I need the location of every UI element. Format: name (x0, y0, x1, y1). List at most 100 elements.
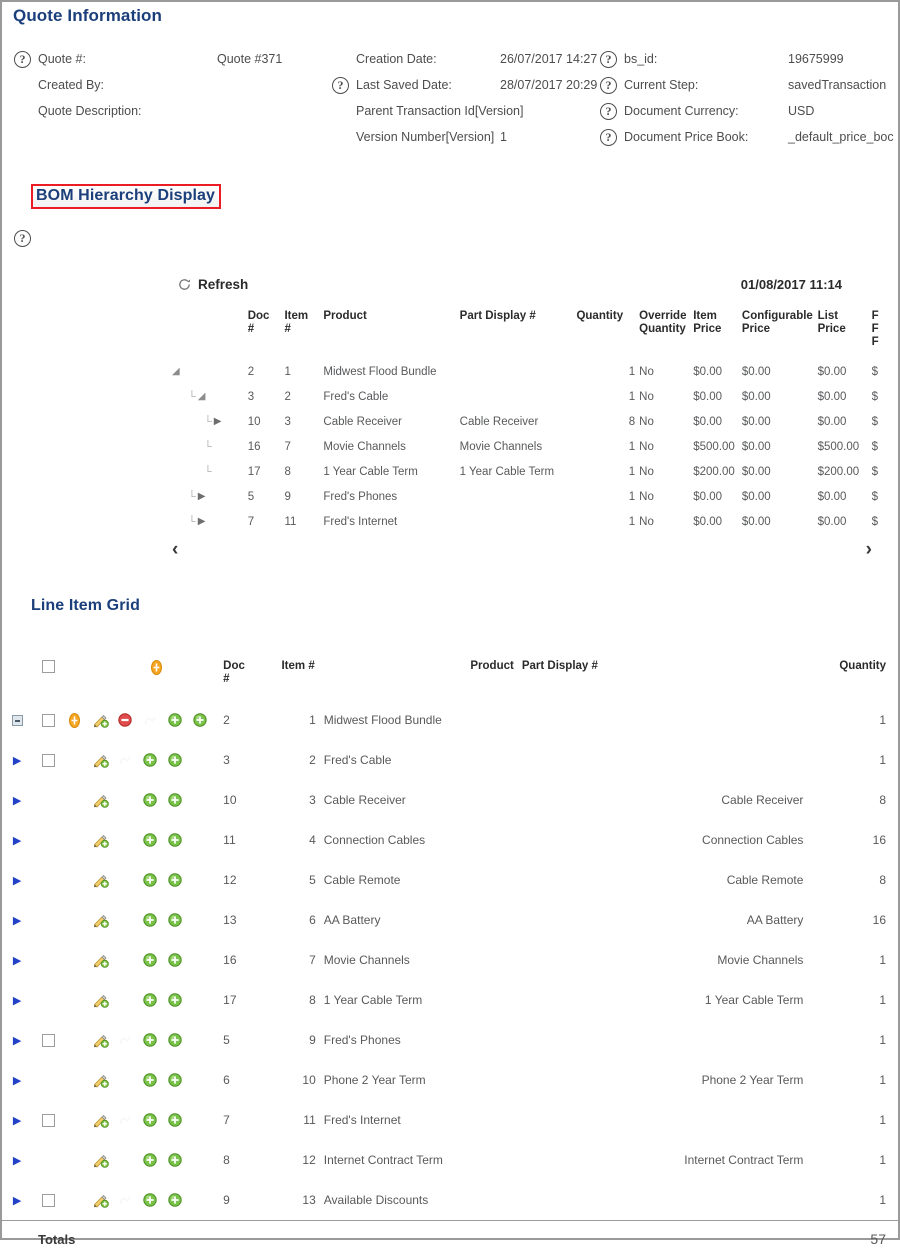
green-add-icon[interactable] (143, 833, 158, 848)
bom-header-part-display[interactable]: Part Display # (460, 310, 577, 359)
bom-header-list-price[interactable]: List Price (818, 310, 872, 359)
expand-triangle-icon[interactable]: ▶ (13, 955, 21, 967)
green-add-icon[interactable] (168, 713, 183, 728)
line-item-grid-row[interactable]: 21Midwest Flood Bundle1 (2, 700, 900, 740)
green-add-icon[interactable] (143, 753, 158, 768)
checkbox-icon[interactable] (42, 1114, 55, 1127)
expand-triangle-icon[interactable]: ▶ (13, 875, 21, 887)
expand-toggle-button[interactable]: ▶ (2, 780, 32, 820)
row-select-checkbox[interactable] (32, 700, 64, 740)
expand-toggle-button[interactable]: ▶ (2, 1140, 32, 1180)
previous-page-icon[interactable]: ‹ (172, 540, 178, 559)
bom-header-item-number[interactable]: Item # (284, 310, 323, 359)
help-icon[interactable]: ? (14, 51, 38, 68)
edit-pencil-icon[interactable] (93, 713, 108, 728)
checkbox-icon[interactable] (42, 714, 55, 727)
expand-triangle-icon[interactable]: ▶ (198, 516, 206, 527)
green-add-icon[interactable] (168, 1193, 183, 1208)
bom-table-row[interactable]: └▶103Cable ReceiverCable Receiver8No$0.0… (172, 409, 900, 434)
help-icon[interactable]: ? (332, 77, 356, 94)
line-item-grid-row[interactable]: ▶711Fred's Internet1 (2, 1100, 900, 1140)
green-add-icon[interactable] (168, 1073, 183, 1088)
bom-table-row[interactable]: └1781 Year Cable Term1 Year Cable Term1N… (172, 459, 900, 484)
row-select-checkbox[interactable] (32, 740, 64, 780)
edit-pencil-icon[interactable] (93, 833, 108, 848)
expand-triangle-icon[interactable]: ▶ (13, 995, 21, 1007)
lig-header-item-number[interactable]: Item # (275, 652, 323, 700)
help-icon[interactable]: ? (600, 129, 624, 146)
line-item-grid-row[interactable]: ▶913Available Discounts1 (2, 1180, 900, 1221)
expand-triangle-icon[interactable]: ▶ (13, 915, 21, 927)
help-icon[interactable]: ? (600, 51, 624, 68)
bom-header-product[interactable]: Product (323, 310, 459, 359)
green-add-icon[interactable] (168, 833, 183, 848)
edit-pencil-icon[interactable] (93, 793, 108, 808)
green-add-icon[interactable] (143, 993, 158, 1008)
row-select-checkbox[interactable] (32, 1180, 64, 1221)
lig-header-quantity[interactable]: Quantity (811, 652, 900, 700)
bom-header-item-price[interactable]: Item Price (693, 310, 742, 359)
green-add-icon[interactable] (143, 953, 158, 968)
edit-pencil-icon[interactable] (93, 1153, 108, 1168)
expand-toggle-button[interactable]: ▶ (2, 820, 32, 860)
green-add-icon[interactable] (143, 1153, 158, 1168)
green-add-icon[interactable] (143, 1113, 158, 1128)
line-item-grid-row[interactable]: ▶812Internet Contract TermInternet Contr… (2, 1140, 900, 1180)
green-add-icon[interactable] (168, 873, 183, 888)
green-add-icon[interactable] (168, 793, 183, 808)
green-add-icon[interactable] (168, 953, 183, 968)
expand-toggle-button[interactable]: ▶ (2, 1060, 32, 1100)
expand-triangle-icon[interactable]: ▶ (13, 1155, 21, 1167)
edit-pencil-icon[interactable] (93, 953, 108, 968)
expand-triangle-icon[interactable]: ▶ (13, 755, 21, 767)
green-add-icon[interactable] (143, 1073, 158, 1088)
collapse-triangle-icon[interactable]: ◢ (198, 391, 206, 402)
edit-pencil-icon[interactable] (93, 913, 108, 928)
row-select-checkbox[interactable] (32, 1100, 64, 1140)
checkbox-icon[interactable] (42, 754, 55, 767)
line-item-grid-row[interactable]: ▶1781 Year Cable Term1 Year Cable Term1 (2, 980, 900, 1020)
green-add-icon[interactable] (143, 913, 158, 928)
bom-header-truncated-column[interactable]: F F F (872, 310, 900, 359)
expand-toggle-button[interactable]: ▶ (2, 980, 32, 1020)
green-add-icon[interactable] (143, 793, 158, 808)
bom-header-override-quantity[interactable]: Override Quantity (639, 310, 693, 359)
bom-table-row[interactable]: └◢32Fred's Cable1No$0.00$0.00$0.00$ (172, 384, 900, 409)
collapse-toggle-button[interactable] (2, 700, 32, 740)
expand-toggle-button[interactable]: ▶ (2, 1100, 32, 1140)
select-all-checkbox[interactable] (32, 652, 64, 700)
line-item-grid-row[interactable]: ▶125Cable RemoteCable Remote8 (2, 860, 900, 900)
delete-red-icon[interactable] (118, 713, 133, 728)
expand-toggle-button[interactable]: ▶ (2, 900, 32, 940)
collapse-triangle-icon[interactable]: ◢ (172, 366, 180, 377)
green-add-icon[interactable] (143, 1193, 158, 1208)
expand-triangle-icon[interactable]: ▶ (13, 1075, 21, 1087)
line-item-grid-row[interactable]: ▶59Fred's Phones1 (2, 1020, 900, 1060)
line-item-grid-row[interactable]: ▶136AA BatteryAA Battery16 (2, 900, 900, 940)
help-icon[interactable]: ? (600, 103, 624, 120)
edit-pencil-icon[interactable] (93, 993, 108, 1008)
green-add-icon[interactable] (168, 993, 183, 1008)
expand-triangle-icon[interactable]: ▶ (214, 416, 222, 427)
expand-triangle-icon[interactable]: ▶ (198, 491, 206, 502)
checkbox-icon[interactable] (42, 1194, 55, 1207)
expand-triangle-icon[interactable]: ▶ (13, 1115, 21, 1127)
edit-pencil-icon[interactable] (93, 1193, 108, 1208)
bom-header-quantity[interactable]: Quantity (576, 310, 639, 359)
expand-toggle-button[interactable]: ▶ (2, 860, 32, 900)
bom-header-configurable-price[interactable]: Configurable Price (742, 310, 818, 359)
bom-table-row[interactable]: └▶711Fred's Internet1No$0.00$0.00$0.00$ (172, 509, 900, 534)
expand-triangle-icon[interactable]: ▶ (13, 795, 21, 807)
green-add-icon[interactable] (143, 1033, 158, 1048)
green-add-icon[interactable] (193, 713, 208, 728)
expand-toggle-button[interactable]: ▶ (2, 740, 32, 780)
edit-pencil-icon[interactable] (93, 1113, 108, 1128)
edit-pencil-icon[interactable] (93, 873, 108, 888)
expand-triangle-icon[interactable]: ▶ (13, 1195, 21, 1207)
green-add-icon[interactable] (143, 873, 158, 888)
line-item-grid-row[interactable]: ▶167Movie ChannelsMovie Channels1 (2, 940, 900, 980)
lig-header-product[interactable]: Product (324, 652, 520, 700)
edit-pencil-icon[interactable] (93, 753, 108, 768)
line-item-grid-row[interactable]: ▶32Fred's Cable1 (2, 740, 900, 780)
expand-toggle-button[interactable]: ▶ (2, 1020, 32, 1060)
